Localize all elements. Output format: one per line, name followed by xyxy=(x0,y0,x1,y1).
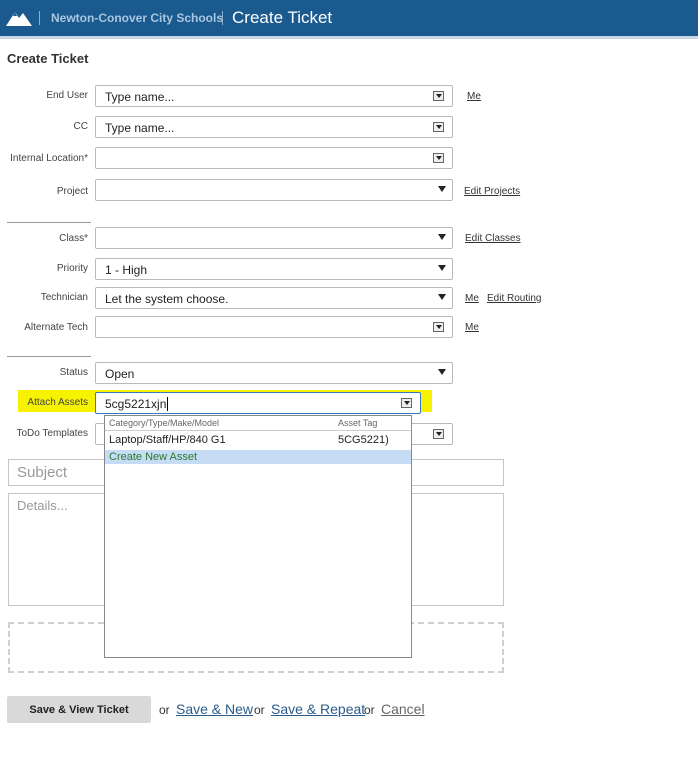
technician-me-link[interactable]: Me xyxy=(465,293,479,304)
save-new-link[interactable]: Save & New xyxy=(176,701,253,717)
todo-templates-dropdown-icon[interactable] xyxy=(433,429,444,439)
asset-search-dropdown: Category/Type/Make/Model Asset Tag Lapto… xyxy=(104,415,412,658)
or-text: or xyxy=(364,703,375,717)
mountain-logo-icon[interactable] xyxy=(6,8,32,26)
end-user-dropdown-icon[interactable] xyxy=(433,91,444,101)
attach-assets-input[interactable]: 5cg5221xjn xyxy=(95,392,421,414)
alternate-tech-dropdown-icon[interactable] xyxy=(433,322,444,332)
technician-value: Let the system choose. xyxy=(105,292,229,306)
asset-result-row[interactable]: Laptop/Staff/HP/840 G1 5CG5221) xyxy=(105,433,411,447)
save-view-ticket-button[interactable]: Save & View Ticket xyxy=(7,696,151,723)
chevron-down-icon xyxy=(438,265,446,271)
priority-select[interactable]: 1 - High xyxy=(95,258,453,280)
chevron-down-icon xyxy=(438,234,446,240)
create-new-asset-option[interactable]: Create New Asset xyxy=(105,450,411,464)
header-separator xyxy=(39,11,40,25)
attach-assets-value: 5cg5221xjn xyxy=(105,397,167,411)
cc-label: CC xyxy=(73,121,88,132)
text-cursor xyxy=(167,397,172,411)
app-title: Create Ticket xyxy=(232,8,333,27)
status-select[interactable]: Open xyxy=(95,362,453,384)
edit-projects-link[interactable]: Edit Projects xyxy=(464,186,520,197)
technician-label: Technician xyxy=(40,292,88,303)
alternate-tech-me-link[interactable]: Me xyxy=(465,322,479,333)
end-user-me-link[interactable]: Me xyxy=(467,91,481,102)
project-label: Project xyxy=(56,186,88,197)
cc-field[interactable]: Type name... xyxy=(95,116,453,138)
asset-category: Laptop/Staff/HP/840 G1 xyxy=(109,434,226,446)
header-separator xyxy=(222,11,223,25)
class-select[interactable] xyxy=(95,227,453,249)
internal-location-label: Internal Location* xyxy=(10,153,88,164)
attach-assets-dropdown-icon[interactable] xyxy=(401,398,412,408)
or-text: or xyxy=(159,703,170,717)
end-user-label: End User xyxy=(46,90,88,101)
todo-templates-label: ToDo Templates xyxy=(16,428,88,439)
internal-location-dropdown-icon[interactable] xyxy=(433,153,444,163)
technician-select[interactable]: Let the system choose. xyxy=(95,287,453,309)
internal-location-field[interactable] xyxy=(95,147,453,169)
asset-tag: 5CG5221) xyxy=(338,434,389,446)
col-asset-tag-header: Asset Tag xyxy=(338,418,378,428)
status-label: Status xyxy=(59,367,88,378)
attach-assets-label: Attach Assets xyxy=(27,397,88,408)
chevron-down-icon xyxy=(438,186,446,192)
alternate-tech-field[interactable] xyxy=(95,316,453,338)
header-bar: Newton-Conover City Schools Create Ticke… xyxy=(0,0,698,36)
project-select[interactable] xyxy=(95,179,453,201)
or-text: or xyxy=(254,703,265,717)
edit-classes-link[interactable]: Edit Classes xyxy=(465,233,521,244)
end-user-placeholder: Type name... xyxy=(105,90,175,104)
cc-dropdown-icon[interactable] xyxy=(433,122,444,132)
header-underline xyxy=(0,36,698,39)
end-user-field[interactable]: Type name... xyxy=(95,85,453,107)
cc-placeholder: Type name... xyxy=(105,121,175,135)
org-name[interactable]: Newton-Conover City Schools xyxy=(51,11,223,25)
cancel-link[interactable]: Cancel xyxy=(381,701,425,717)
save-repeat-link[interactable]: Save & Repeat xyxy=(271,701,365,717)
priority-value: 1 - High xyxy=(105,263,148,277)
edit-routing-link[interactable]: Edit Routing xyxy=(487,293,541,304)
create-new-asset-label: Create New Asset xyxy=(109,451,198,463)
status-value: Open xyxy=(105,367,135,381)
alternate-tech-label: Alternate Tech xyxy=(24,322,88,333)
section-divider xyxy=(7,222,91,223)
chevron-down-icon xyxy=(438,294,446,300)
priority-label: Priority xyxy=(56,263,88,274)
chevron-down-icon xyxy=(438,369,446,375)
class-label: Class* xyxy=(59,233,88,244)
dropdown-header: Category/Type/Make/Model Asset Tag xyxy=(105,416,411,431)
section-divider xyxy=(7,356,91,357)
page-title: Create Ticket xyxy=(7,51,89,66)
col-category-header: Category/Type/Make/Model xyxy=(109,418,220,428)
